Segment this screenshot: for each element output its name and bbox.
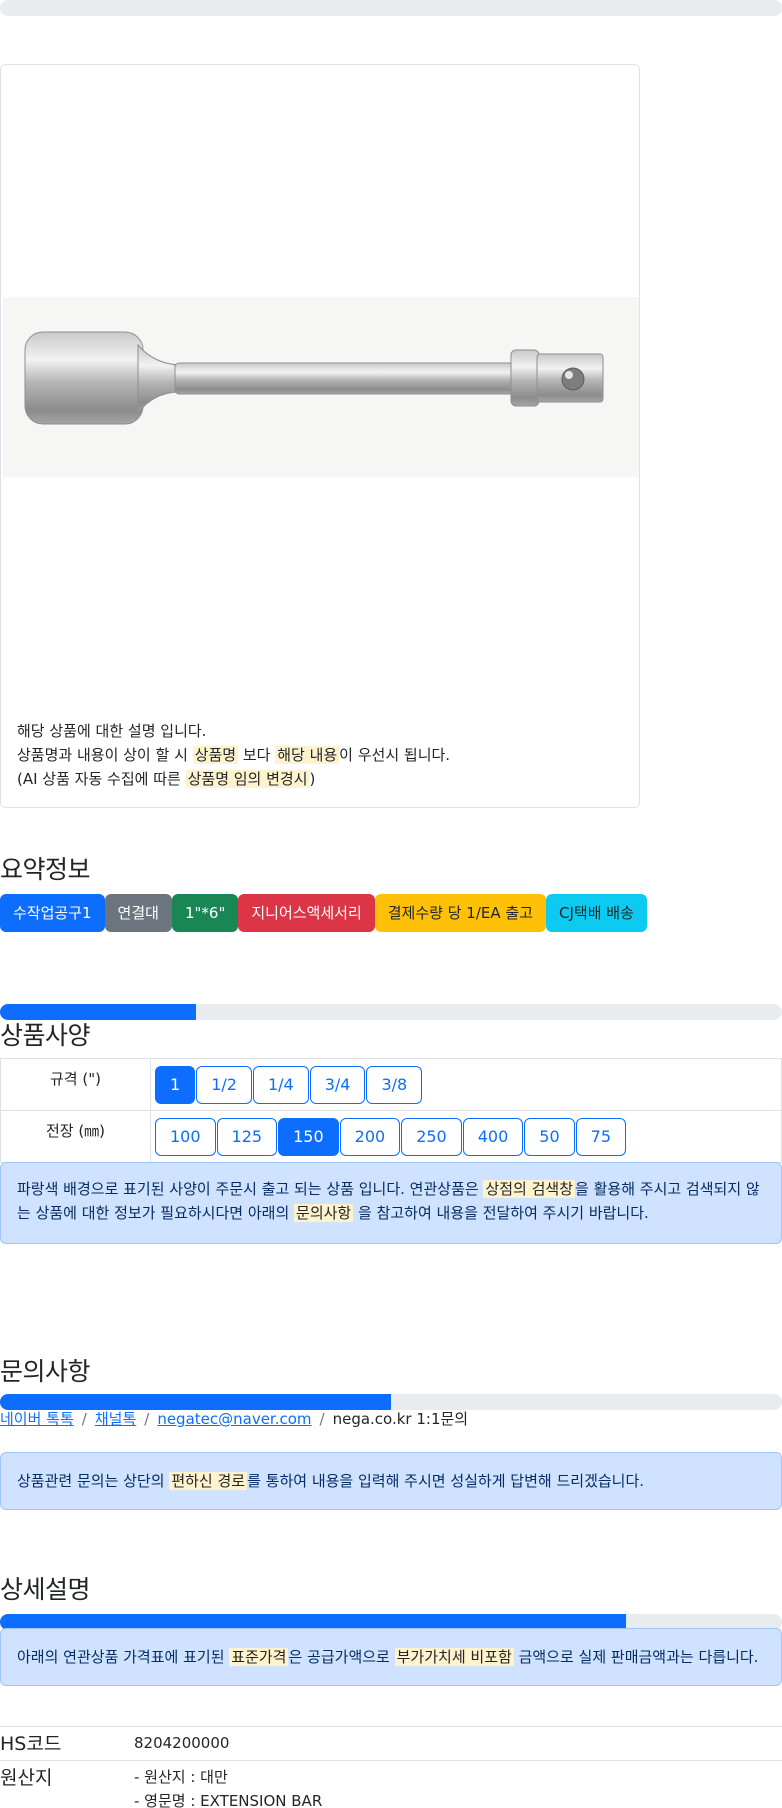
notice-highlight: 편하신 경로 [169, 1472, 248, 1490]
detail-title: 상세설명 [0, 1575, 91, 1604]
spec-option[interactable]: 3/8 [366, 1065, 423, 1104]
desc-highlight: 상품명 [192, 746, 239, 764]
notice-text: 아래의 연관상품 가격표에 표기된 [17, 1648, 230, 1666]
top-progress-bar [0, 0, 782, 16]
summary-badges: 수작업공구1 연결대 1"*6" 지니어스액세서리 결제수량 당 1/EA 출고… [0, 894, 647, 932]
spec-options-size: 1 1/2 1/4 3/4 3/8 [150, 1058, 782, 1111]
size-option-group: 1 1/2 1/4 3/4 3/8 [155, 1065, 781, 1104]
spec-option[interactable]: 400 [462, 1117, 524, 1156]
desc-text: 상품명과 내용이 상이 할 시 [17, 746, 193, 764]
badge-shipping: CJ택배 배송 [546, 894, 647, 932]
desc-text: 이 우선시 됩니다. [339, 746, 451, 764]
badge-size: 1"*6" [171, 894, 239, 932]
notice-text: 상품관련 문의는 상단의 [17, 1472, 170, 1490]
spec-options-length: 100 125 150 200 250 400 50 75 [150, 1110, 782, 1163]
inquiry-title: 문의사항 [0, 1357, 91, 1386]
naver-talk-link[interactable]: 네이버 톡톡 [0, 1410, 74, 1428]
notice-text: 파랑색 배경으로 표기된 사양이 주문시 출고 되는 상품 입니다. 연관상품은 [17, 1180, 484, 1198]
length-option-group: 100 125 150 200 250 400 50 75 [155, 1117, 781, 1156]
desc-highlight: 상품명 임의 변경시 [185, 770, 310, 788]
origin-country: - 원산지 : 대만 [134, 1768, 228, 1786]
spec-option[interactable]: 3/4 [309, 1065, 366, 1104]
spec-option[interactable]: 150 [278, 1117, 339, 1156]
origin-english-name: - 영문명 : EXTENSION BAR [134, 1792, 323, 1808]
contact-links: 네이버 톡톡 / 채널톡 / negatec@naver.com / nega.co.kr … [0, 1408, 468, 1429]
hs-code-row: HS코드 8204200000 [0, 1726, 782, 1760]
separator: / [81, 1410, 87, 1428]
spec-label-length: 전장 (㎜) [0, 1110, 151, 1163]
specs-progress-bar [0, 1004, 782, 1020]
notice-text: 금액으로 실제 판매금액과는 다릅니다. [513, 1648, 759, 1666]
spec-notice: 파랑색 배경으로 표기된 사양이 주문시 출고 되는 상품 입니다. 연관상품은… [0, 1162, 782, 1244]
hs-code-value: 8204200000 [134, 1734, 230, 1752]
notice-text: 를 통하여 내용을 입력해 주시면 성실하게 답변해 드리겠습니다. [247, 1472, 645, 1490]
badge-brand: 지니어스액세서리 [238, 894, 375, 932]
separator: / [319, 1410, 325, 1428]
spec-option[interactable]: 1/2 [196, 1065, 252, 1104]
origin-value: - 원산지 : 대만 - 영문명 : EXTENSION BAR [134, 1765, 322, 1808]
notice-text: 을 참고하여 내용을 전달하여 주시기 바랍니다. [353, 1204, 649, 1222]
notice-highlight: 문의사항 [294, 1204, 354, 1222]
spec-option[interactable]: 100 [155, 1117, 216, 1156]
desc-highlight: 해당 내용 [275, 746, 340, 764]
desc-line-2: 상품명과 내용이 상이 할 시 상품명 보다 해당 내용 이 우선시 됩니다. [17, 743, 450, 767]
desc-line-1: 해당 상품에 대한 설명 입니다. [17, 722, 207, 740]
separator: / [144, 1410, 150, 1428]
channel-talk-link[interactable]: 채널톡 [95, 1410, 136, 1428]
summary-title: 요약정보 [0, 855, 91, 884]
badge-quantity: 결제수량 당 1/EA 출고 [374, 894, 546, 932]
spec-option[interactable]: 1 [155, 1065, 196, 1104]
inquiry-notice: 상품관련 문의는 상단의 편하신 경로 를 통하여 내용을 입력해 주시면 성실하… [0, 1452, 782, 1510]
site-inquiry-text: nega.co.kr 1:1문의 [332, 1410, 469, 1428]
spec-option[interactable]: 75 [575, 1117, 626, 1156]
notice-highlight: 표준가격 [229, 1648, 289, 1666]
spec-option[interactable]: 50 [524, 1117, 575, 1156]
spec-option[interactable]: 200 [339, 1117, 401, 1156]
spec-label-size: 규격 (") [0, 1058, 151, 1111]
product-description: 해당 상품에 대한 설명 입니다. 상품명과 내용이 상이 할 시 상품명 보다… [17, 719, 450, 791]
spec-option[interactable]: 250 [401, 1117, 462, 1156]
origin-row: 원산지 - 원산지 : 대만 - 영문명 : EXTENSION BAR [0, 1760, 782, 1808]
desc-text: (AI 상품 자동 수집에 따른 [17, 770, 186, 788]
origin-label: 원산지 [0, 1767, 53, 1789]
detail-notice: 아래의 연관상품 가격표에 표기된 표준가격 은 공급가액으로 부가가치세 비포함… [0, 1628, 782, 1686]
product-card: 해당 상품에 대한 설명 입니다. 상품명과 내용이 상이 할 시 상품명 보다… [0, 64, 640, 808]
desc-text: ) [309, 770, 316, 788]
badge-category: 수작업공구1 [0, 894, 105, 932]
spec-option[interactable]: 125 [216, 1117, 278, 1156]
notice-text: 은 공급가액으로 [288, 1648, 395, 1666]
extension-bar-image [24, 331, 604, 425]
specs-title: 상품사양 [0, 1021, 91, 1050]
notice-highlight: 부가가치세 비포함 [394, 1648, 514, 1666]
email-link[interactable]: negatec@naver.com [157, 1410, 311, 1428]
spec-option[interactable]: 1/4 [252, 1065, 309, 1104]
spec-row-size: 규격 (") 1 1/2 1/4 3/4 3/8 [0, 1058, 782, 1111]
desc-line-3: (AI 상품 자동 수집에 따른 상품명 임의 변경시) [17, 767, 450, 791]
spec-table: 규격 (") 1 1/2 1/4 3/4 3/8 전장 (㎜) 100 125 150 200… [0, 1058, 782, 1163]
product-image [3, 297, 639, 477]
badge-type: 연결대 [104, 894, 172, 932]
desc-text: 보다 [238, 746, 276, 764]
notice-highlight: 상점의 검색창 [483, 1180, 576, 1198]
hs-code-label: HS코드 [0, 1733, 62, 1755]
spec-row-length: 전장 (㎜) 100 125 150 200 250 400 50 75 [0, 1110, 782, 1163]
